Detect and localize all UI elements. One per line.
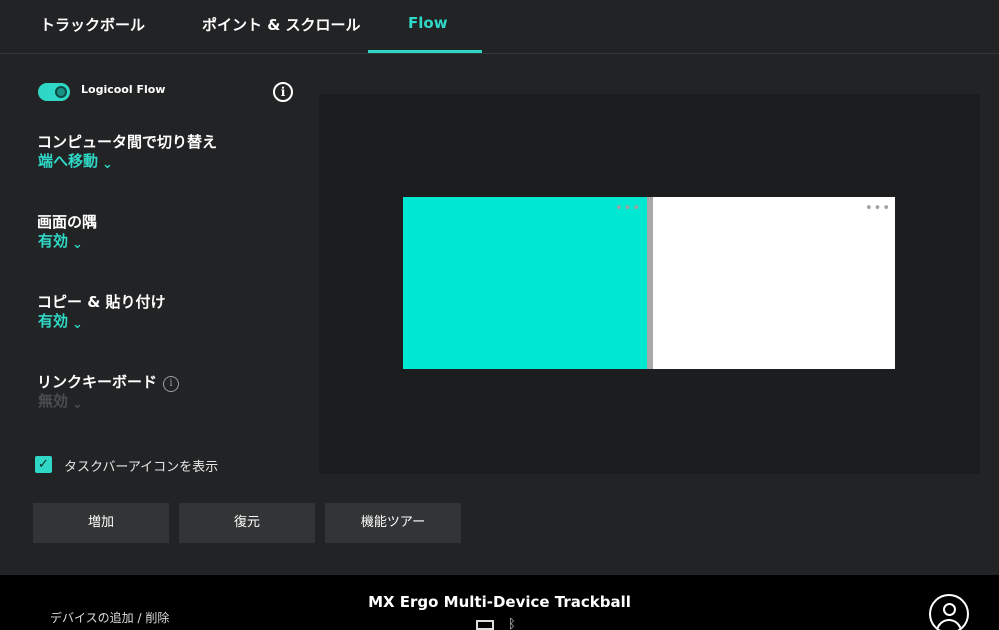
restore-button[interactable]: 復元: [179, 503, 315, 543]
taskbar-icon-checkbox[interactable]: ✓: [35, 456, 52, 473]
battery-icon: [476, 619, 494, 630]
info-icon[interactable]: i: [273, 82, 293, 102]
link-keyboard-title: リンクキーボード i: [37, 371, 180, 392]
profile-head: [943, 603, 956, 616]
active-tab-indicator: [368, 50, 482, 53]
tab-trackball[interactable]: トラックボール: [40, 14, 145, 35]
link-keyboard-dropdown: 無効 ⌄: [38, 390, 83, 412]
add-remove-device-link[interactable]: デバイスの追加 / 削除: [50, 609, 169, 626]
device-status-icons: ᛒ: [476, 617, 516, 630]
tab-flow[interactable]: Flow: [408, 14, 448, 32]
switch-between-dropdown[interactable]: 端へ移動 ⌄: [38, 150, 113, 172]
more-options-icon[interactable]: •••: [615, 202, 641, 215]
tab-bar: トラックボール ポイント & スクロール Flow: [0, 0, 999, 54]
copy-paste-value: 有効: [38, 312, 69, 330]
copy-paste-dropdown[interactable]: 有効 ⌄: [38, 310, 83, 332]
computer-screen-right[interactable]: [653, 197, 895, 369]
computer-screen-left[interactable]: [403, 197, 647, 369]
user-profile-icon[interactable]: [929, 594, 969, 630]
logicool-flow-toggle[interactable]: [38, 83, 70, 101]
chevron-down-icon: ⌄: [102, 157, 113, 172]
add-button[interactable]: 増加: [33, 503, 169, 543]
link-keyboard-label: リンクキーボード: [37, 373, 158, 391]
info-icon[interactable]: i: [163, 376, 180, 392]
footer-bar: デバイスの追加 / 削除 MX Ergo Multi-Device Trackb…: [0, 575, 999, 630]
copy-paste-title: コピー & 貼り付け: [37, 293, 166, 311]
more-options-icon[interactable]: •••: [865, 202, 891, 215]
bluetooth-icon: ᛒ: [508, 617, 516, 630]
switch-between-value: 端へ移動: [38, 152, 99, 170]
toggle-knob: [55, 86, 67, 98]
logicool-flow-label: Logicool Flow: [81, 83, 166, 96]
feature-tour-button[interactable]: 機能ツアー: [325, 503, 461, 543]
chevron-down-icon: ⌄: [72, 317, 83, 332]
screen-corner-dropdown[interactable]: 有効 ⌄: [38, 230, 83, 252]
chevron-down-icon: ⌄: [72, 237, 83, 252]
tab-point-scroll[interactable]: ポイント & スクロール: [202, 14, 361, 35]
options-app-window: トラックボール ポイント & スクロール Flow Logicool Flow …: [0, 0, 999, 630]
link-keyboard-value: 無効: [38, 392, 69, 410]
screen-corner-value: 有効: [38, 232, 69, 250]
device-name: MX Ergo Multi-Device Trackball: [368, 593, 631, 611]
screen-corner-title: 画面の隅: [37, 213, 98, 231]
chevron-down-icon: ⌄: [72, 397, 83, 412]
switch-between-title: コンピュータ間で切り替え: [37, 133, 218, 151]
taskbar-icon-checkbox-label[interactable]: タスクバーアイコンを表示: [64, 456, 218, 475]
profile-body: [936, 619, 962, 630]
